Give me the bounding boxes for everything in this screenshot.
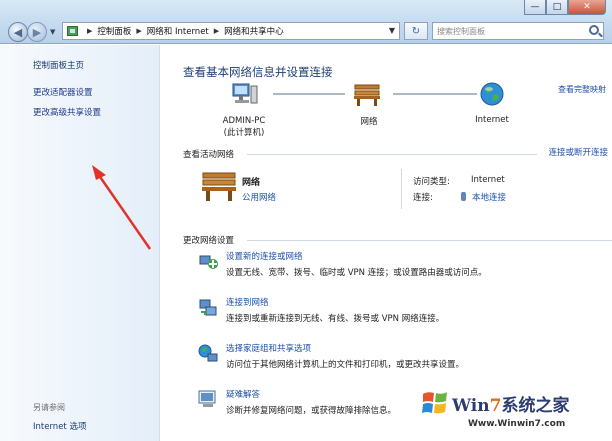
search-icon[interactable] bbox=[589, 25, 599, 35]
breadcrumb-separator-icon[interactable]: ▶ bbox=[214, 27, 219, 35]
connect-network-icon bbox=[199, 299, 217, 316]
brand-prefix: Win bbox=[452, 396, 490, 416]
active-networks-heading: 查看活动网络 bbox=[183, 150, 235, 160]
troubleshoot-icon bbox=[198, 390, 216, 407]
access-type-value: Internet bbox=[471, 175, 505, 185]
sidebar-item-control-panel-home[interactable]: 控制面板主页 bbox=[33, 59, 84, 71]
forward-arrow-icon: ▶ bbox=[32, 25, 42, 39]
section-divider bbox=[247, 154, 537, 155]
minimize-button[interactable]: — bbox=[524, 0, 546, 15]
connect-or-disconnect-link[interactable]: 连接或断开连接 bbox=[548, 146, 608, 158]
computer-subtitle: (此计算机) bbox=[223, 128, 265, 138]
map-connection-line bbox=[393, 93, 477, 95]
watermark-brand: Win7系统之家 bbox=[452, 391, 569, 416]
history-dropdown-icon[interactable]: ▼ bbox=[50, 28, 55, 36]
back-button[interactable]: ◀ bbox=[8, 22, 28, 42]
task-title[interactable]: 设置新的连接或网络 bbox=[226, 250, 303, 262]
window-controls: — □ ✕ bbox=[524, 0, 606, 16]
homegroup-icon bbox=[198, 344, 218, 362]
task-description: 诊断并修复网络问题，或获得故障排除信息。 bbox=[226, 406, 397, 416]
sidebar-item-change-advanced-sharing[interactable]: 更改高级共享设置 bbox=[33, 106, 101, 118]
new-connection-icon bbox=[199, 255, 218, 269]
brand-seven: 7 bbox=[489, 396, 502, 416]
breadcrumb-network-internet[interactable]: 网络和 Internet bbox=[147, 25, 209, 37]
address-dropdown-icon[interactable]: ▼ bbox=[389, 26, 395, 35]
connections-label: 连接: bbox=[413, 193, 433, 203]
network-type-link[interactable]: 公用网络 bbox=[242, 191, 276, 203]
forward-button[interactable]: ▶ bbox=[27, 22, 47, 42]
access-type-label: 访问类型: bbox=[413, 177, 450, 187]
maximize-button[interactable]: □ bbox=[546, 0, 568, 15]
active-network-bench-icon[interactable] bbox=[201, 171, 237, 203]
map-internet-label: Internet bbox=[475, 115, 509, 125]
sidebar-item-internet-options[interactable]: Internet 选项 bbox=[33, 420, 86, 432]
breadcrumb-network-sharing-center[interactable]: 网络和共享中心 bbox=[224, 25, 284, 37]
network-bench-icon[interactable] bbox=[353, 83, 381, 107]
task-description: 设置无线、宽带、拨号、临时或 VPN 连接；或设置路由器或访问点。 bbox=[226, 268, 487, 278]
sidebar-item-change-adapter-settings[interactable]: 更改适配器设置 bbox=[33, 86, 93, 98]
back-arrow-icon: ◀ bbox=[13, 25, 23, 39]
task-description: 连接到或重新连接到无线、有线、拨号或 VPN 网络连接。 bbox=[226, 314, 445, 324]
page-title: 查看基本网络信息并设置连接 bbox=[183, 65, 333, 79]
brand-suffix: 系统之家 bbox=[501, 396, 570, 416]
control-panel-icon bbox=[67, 26, 78, 36]
search-placeholder: 搜索控制面板 bbox=[437, 26, 485, 36]
vertical-divider bbox=[401, 169, 402, 209]
main-content: 查看基本网络信息并设置连接 查看完整映射 ADMIN-PC (此计算机) 网络 … bbox=[161, 45, 612, 441]
see-also-label: 另请参阅 bbox=[33, 403, 65, 412]
task-title[interactable]: 连接到网络 bbox=[226, 296, 269, 308]
change-network-settings-heading: 更改网络设置 bbox=[183, 236, 235, 246]
active-network-name: 网络 bbox=[242, 178, 261, 188]
section-divider bbox=[247, 240, 612, 241]
windows-logo-icon bbox=[422, 392, 447, 414]
task-title[interactable]: 疑难解答 bbox=[226, 388, 260, 400]
breadcrumb-separator-icon[interactable]: ▶ bbox=[87, 27, 92, 35]
search-input[interactable]: 搜索控制面板 bbox=[432, 22, 604, 40]
computer-icon[interactable] bbox=[231, 82, 259, 108]
refresh-icon: ↻ bbox=[411, 25, 421, 37]
title-bar: — □ ✕ ◀ ▶ ▼ ▶ 控制面板 ▶ 网络和 Internet ▶ 网络和共… bbox=[0, 0, 612, 44]
task-title[interactable]: 选择家庭组和共享选项 bbox=[226, 342, 311, 354]
close-button[interactable]: ✕ bbox=[568, 0, 606, 15]
map-network-label: 网络 bbox=[360, 117, 378, 127]
site-watermark: Win7系统之家 Www.Winwin7.com bbox=[420, 386, 612, 441]
map-computer-label: ADMIN-PC (此计算机) bbox=[213, 115, 275, 139]
computer-name: ADMIN-PC bbox=[222, 116, 266, 126]
refresh-button[interactable]: ↻ bbox=[404, 22, 428, 40]
left-navigation-pane: 控制面板主页 更改适配器设置 更改高级共享设置 另请参阅 Internet 选项 bbox=[0, 45, 160, 441]
lan-connection-icon bbox=[461, 192, 466, 201]
breadcrumb-control-panel[interactable]: 控制面板 bbox=[97, 25, 131, 37]
local-connection-text[interactable]: 本地连接 bbox=[472, 193, 506, 203]
annotation-arrow-icon bbox=[92, 165, 152, 250]
breadcrumb-separator-icon[interactable]: ▶ bbox=[136, 27, 141, 35]
map-connection-line bbox=[273, 93, 345, 95]
watermark-url: Www.Winwin7.com bbox=[468, 419, 566, 429]
internet-globe-icon[interactable] bbox=[479, 81, 505, 107]
address-bar[interactable]: ▶ 控制面板 ▶ 网络和 Internet ▶ 网络和共享中心 ▼ bbox=[62, 22, 400, 40]
local-connection-link[interactable]: 本地连接 bbox=[461, 191, 506, 203]
see-full-map-link[interactable]: 查看完整映射 bbox=[558, 84, 606, 95]
task-description: 访问位于其他网络计算机上的文件和打印机，或更改共享设置。 bbox=[226, 360, 465, 370]
